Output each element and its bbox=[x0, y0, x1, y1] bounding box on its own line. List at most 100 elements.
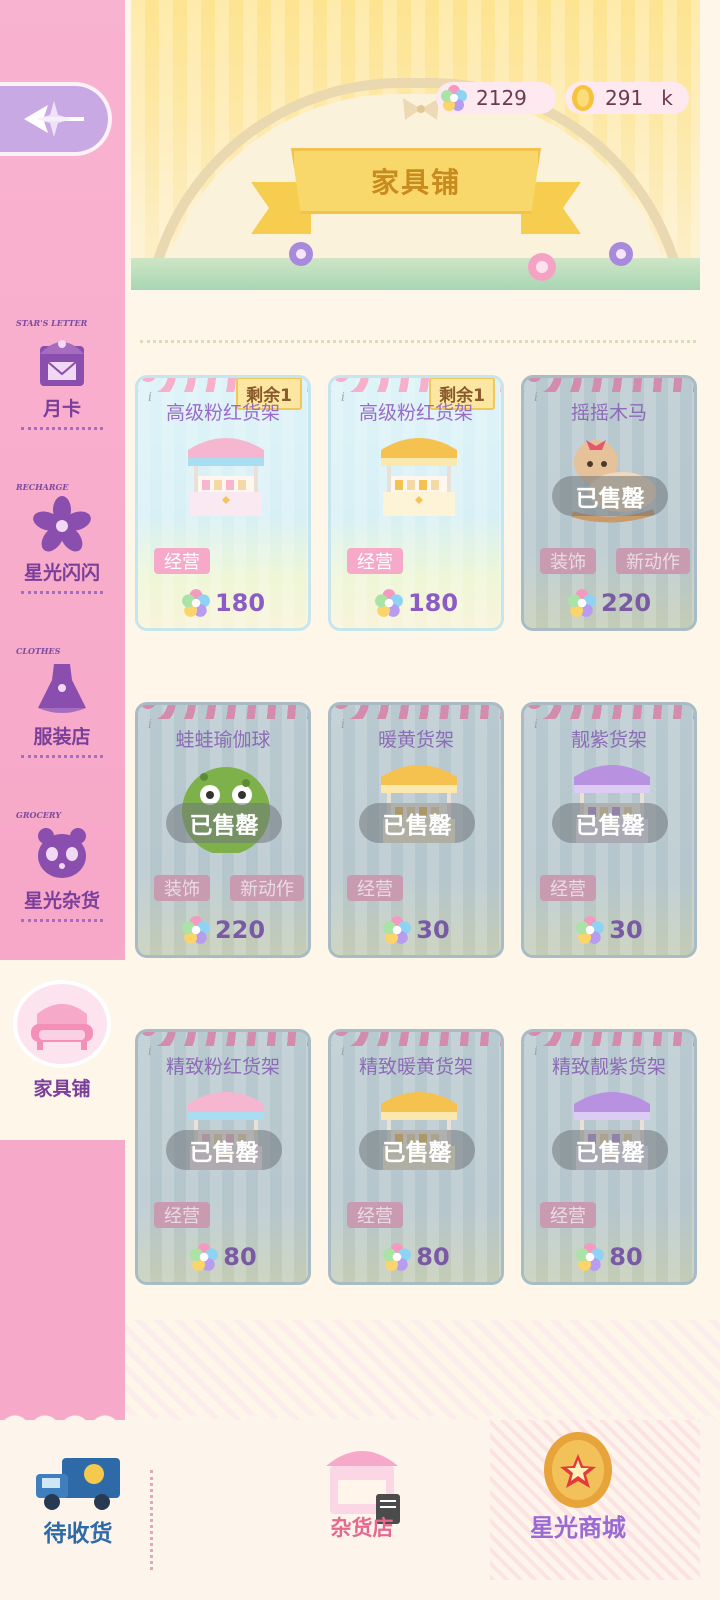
flower-icon bbox=[33, 496, 91, 552]
product-title: 摇摇木马 bbox=[570, 402, 647, 424]
product-card[interactable]: i 精致靓紫货架 已售罄 经营 80 bbox=[521, 1029, 697, 1285]
price-row: 30 bbox=[524, 910, 694, 950]
sold-out-badge: 已售罄 bbox=[552, 476, 668, 516]
back-arrow-icon bbox=[24, 101, 84, 137]
star-gem-icon bbox=[182, 916, 210, 944]
sidebar-item-label: 家具铺 bbox=[33, 1078, 91, 1100]
product-title: 蛙蛙瑜伽球 bbox=[175, 729, 271, 751]
sidebar-item-label: 星光闪闪 bbox=[23, 562, 100, 584]
card-bow-trim bbox=[331, 1032, 501, 1046]
card-bow-trim bbox=[138, 705, 308, 719]
product-card[interactable]: i 剩余1 高级粉红货架 经营 180 bbox=[135, 375, 311, 631]
sidebar-item-tag: STAR'S LETTER bbox=[16, 318, 88, 328]
star-mall-label: 星光商城 bbox=[530, 1514, 626, 1542]
star-currency[interactable]: 2129 bbox=[436, 82, 556, 114]
sold-out-badge: 已售罄 bbox=[166, 1130, 282, 1170]
star-gem-icon bbox=[568, 589, 596, 617]
price-value: 80 bbox=[223, 1243, 257, 1271]
sidebar-item-monthly-card[interactable]: STAR'S LETTER 月卡 bbox=[12, 318, 112, 438]
price-value: 30 bbox=[416, 916, 450, 944]
star-gem-icon bbox=[182, 589, 210, 617]
price-value: 220 bbox=[600, 589, 652, 617]
star-gem-icon bbox=[441, 85, 467, 111]
bottom-divider bbox=[150, 1470, 153, 1570]
sidebar-item-starlight[interactable]: RECHARGE 星光闪闪 bbox=[12, 482, 112, 602]
product-tag: 经营 bbox=[347, 548, 403, 574]
shop-banner: 家具铺 bbox=[131, 0, 700, 290]
price-value: 80 bbox=[416, 1243, 450, 1271]
bow-icon bbox=[403, 98, 439, 120]
price-row: 220 bbox=[138, 910, 308, 950]
product-card[interactable]: i 暖黄货架 已售罄 经营 30 bbox=[328, 702, 504, 958]
grocery-store-button[interactable]: 杂货店 bbox=[316, 1436, 408, 1542]
price-row: 80 bbox=[331, 1237, 501, 1277]
product-title: 高级粉红货架 bbox=[165, 402, 280, 424]
sofa-icon bbox=[31, 1004, 93, 1050]
section-divider bbox=[140, 340, 696, 343]
price-value: 180 bbox=[407, 589, 459, 617]
star-gem-icon bbox=[576, 1243, 605, 1271]
purple-flower-icon bbox=[289, 242, 313, 266]
price-value: 80 bbox=[609, 1243, 643, 1271]
product-tag: 经营 bbox=[347, 1202, 403, 1228]
product-title: 精致靓紫货架 bbox=[551, 1056, 666, 1078]
sidebar-divider bbox=[21, 591, 103, 594]
sidebar-item-label: 星光杂货 bbox=[23, 890, 100, 912]
card-bow-trim bbox=[524, 1032, 694, 1046]
sidebar-divider bbox=[21, 427, 103, 430]
product-image bbox=[176, 426, 276, 526]
price-row: 180 bbox=[331, 583, 501, 623]
delivery-truck-icon bbox=[36, 1458, 120, 1510]
price-value: 220 bbox=[214, 916, 266, 944]
coin-icon bbox=[572, 85, 594, 111]
star-amount: 2129 bbox=[476, 86, 527, 110]
sold-out-badge: 已售罄 bbox=[166, 803, 282, 843]
star-gem-icon bbox=[383, 1243, 412, 1271]
price-value: 30 bbox=[609, 916, 643, 944]
sidebar-item-grocery[interactable]: GROCERY 星光杂货 bbox=[12, 810, 112, 930]
card-bow-trim bbox=[524, 378, 694, 392]
sofa-icon-frame bbox=[13, 980, 111, 1068]
sidebar-item-tag: RECHARGE bbox=[16, 482, 69, 492]
delivery-label: 待收货 bbox=[43, 1521, 113, 1547]
sold-out-badge: 已售罄 bbox=[552, 1130, 668, 1170]
product-card[interactable]: i 蛙蛙瑜伽球 已售罄 装饰 新动作 220 bbox=[135, 702, 311, 958]
product-title: 高级粉红货架 bbox=[358, 402, 473, 424]
price-row: 220 bbox=[524, 583, 694, 623]
sold-out-badge: 已售罄 bbox=[359, 1130, 475, 1170]
sidebar-bottom-panel bbox=[0, 1140, 125, 1440]
sold-out-badge: 已售罄 bbox=[359, 803, 475, 843]
panda-icon bbox=[38, 828, 86, 878]
star-gem-icon bbox=[375, 589, 403, 617]
product-tag: 新动作 bbox=[616, 548, 690, 574]
card-bow-trim bbox=[524, 705, 694, 719]
star-mall-button[interactable]: 星光商城 bbox=[528, 1424, 628, 1543]
product-tag: 经营 bbox=[347, 875, 403, 901]
product-card[interactable]: i 精致暖黄货架 已售罄 经营 80 bbox=[328, 1029, 504, 1285]
coin-amount: 291 bbox=[605, 86, 644, 110]
product-tag: 新动作 bbox=[230, 875, 304, 901]
product-tag: 经营 bbox=[540, 875, 596, 901]
product-tag: 经营 bbox=[154, 1202, 210, 1228]
product-tag: 经营 bbox=[540, 1202, 596, 1228]
product-card[interactable]: i 精致粉红货架 已售罄 经营 80 bbox=[135, 1029, 311, 1285]
product-title: 暖黄货架 bbox=[377, 729, 454, 751]
shelf-icon bbox=[381, 438, 457, 516]
coin-currency[interactable]: 291 k bbox=[565, 82, 689, 114]
sold-out-badge: 已售罄 bbox=[552, 803, 668, 843]
sidebar-item-clothes[interactable]: CLOTHES 服装店 bbox=[12, 646, 112, 766]
page-title: 家具铺 bbox=[370, 166, 461, 199]
sidebar-divider bbox=[21, 755, 103, 758]
product-card[interactable]: i 剩余1 高级粉红货架 经营 180 bbox=[328, 375, 504, 631]
grocery-store-label: 杂货店 bbox=[330, 1516, 394, 1540]
product-card[interactable]: i 摇摇木马 已售罄 装饰 新动作 220 bbox=[521, 375, 697, 631]
product-title: 精致暖黄货架 bbox=[358, 1056, 473, 1078]
back-button[interactable] bbox=[0, 82, 112, 156]
star-gem-icon bbox=[576, 916, 605, 944]
delivery-button[interactable]: 待收货 bbox=[32, 1452, 124, 1548]
card-bow-trim bbox=[331, 705, 501, 719]
product-card[interactable]: i 靓紫货架 已售罄 经营 30 bbox=[521, 702, 697, 958]
price-row: 80 bbox=[138, 1237, 308, 1277]
sidebar-item-furniture[interactable]: 家具铺 bbox=[12, 980, 112, 1101]
dress-icon bbox=[38, 664, 86, 713]
